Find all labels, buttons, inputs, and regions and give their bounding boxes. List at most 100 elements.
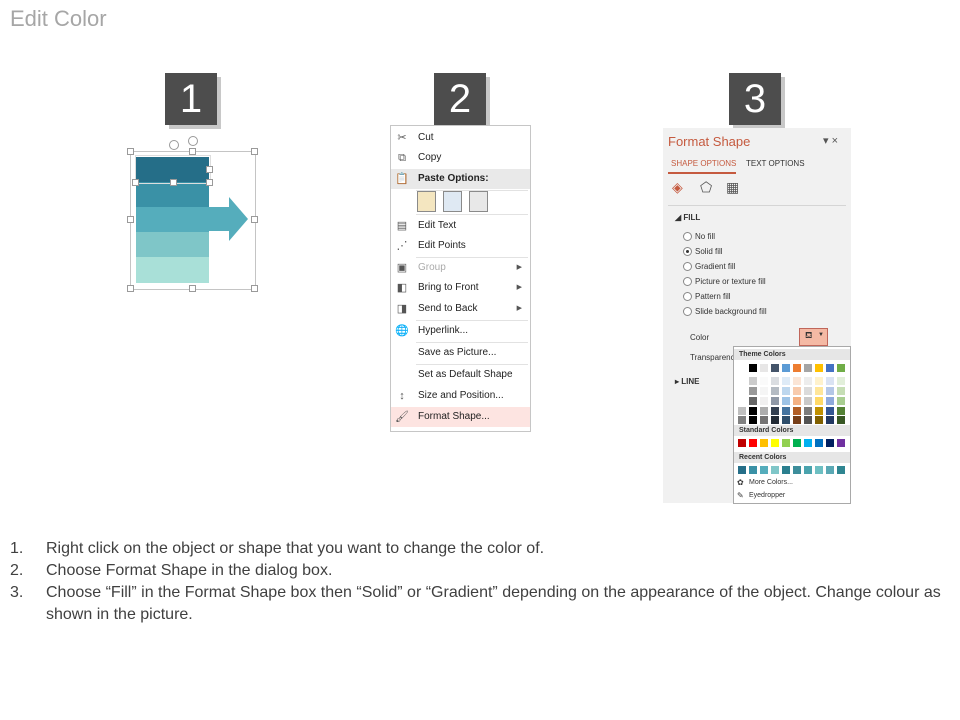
recent-color-swatch[interactable] — [760, 466, 768, 474]
menu-item-group[interactable]: ▣ Group ▶ — [391, 258, 530, 278]
theme-color-swatch[interactable] — [738, 377, 746, 385]
theme-color-swatch[interactable] — [749, 387, 757, 395]
resize-handle[interactable] — [127, 216, 134, 223]
theme-color-swatch[interactable] — [804, 397, 812, 405]
resize-handle[interactable] — [189, 285, 196, 292]
paste-keep-formatting-icon[interactable] — [417, 191, 436, 212]
recent-color-swatch[interactable] — [738, 466, 746, 474]
menu-item-send-to-back[interactable]: ◨ Send to Back ▶ — [391, 299, 530, 319]
size-properties-icon[interactable]: ▦ — [726, 179, 739, 196]
theme-color-swatch[interactable] — [771, 407, 779, 415]
theme-color-swatch[interactable] — [804, 387, 812, 395]
theme-color-swatch[interactable] — [815, 377, 823, 385]
radio-gradient-fill[interactable] — [683, 262, 692, 271]
theme-color-swatch[interactable] — [837, 407, 845, 415]
theme-color-swatch[interactable] — [826, 377, 834, 385]
resize-handle[interactable] — [251, 148, 258, 155]
standard-color-swatch[interactable] — [815, 439, 823, 447]
menu-item-copy[interactable]: ⧉ Copy — [391, 148, 530, 168]
theme-color-swatch[interactable] — [749, 364, 757, 372]
shape-layer-5[interactable] — [136, 257, 209, 283]
theme-color-swatch[interactable] — [815, 416, 823, 424]
theme-color-swatch[interactable] — [771, 377, 779, 385]
theme-color-swatch[interactable] — [793, 377, 801, 385]
resize-handle[interactable] — [206, 166, 213, 173]
theme-color-swatch[interactable] — [826, 407, 834, 415]
arrow-shape[interactable] — [209, 197, 249, 241]
standard-color-swatch[interactable] — [760, 439, 768, 447]
standard-color-swatch[interactable] — [804, 439, 812, 447]
theme-color-swatch[interactable] — [771, 416, 779, 424]
theme-color-swatch[interactable] — [826, 364, 834, 372]
rotate-handle[interactable] — [169, 140, 179, 150]
resize-handle[interactable] — [127, 148, 134, 155]
theme-color-swatch[interactable] — [815, 407, 823, 415]
shape-layer-3[interactable] — [136, 207, 209, 232]
theme-color-swatch[interactable] — [826, 416, 834, 424]
theme-color-swatch[interactable] — [782, 407, 790, 415]
theme-color-swatch[interactable] — [760, 377, 768, 385]
theme-color-swatch[interactable] — [749, 377, 757, 385]
theme-color-swatch[interactable] — [804, 416, 812, 424]
resize-handle[interactable] — [251, 216, 258, 223]
theme-color-swatch[interactable] — [782, 387, 790, 395]
paste-destination-theme-icon[interactable] — [443, 191, 462, 212]
theme-color-swatch[interactable] — [760, 364, 768, 372]
recent-color-swatch[interactable] — [804, 466, 812, 474]
theme-color-swatch[interactable] — [804, 407, 812, 415]
resize-handle[interactable] — [206, 179, 213, 186]
theme-color-swatch[interactable] — [738, 416, 746, 424]
menu-item-format-shape[interactable]: 🖌 Format Shape... — [391, 407, 530, 427]
theme-color-swatch[interactable] — [738, 364, 746, 372]
eyedropper-link[interactable]: Eyedropper — [749, 492, 785, 499]
standard-color-swatch[interactable] — [782, 439, 790, 447]
recent-color-swatch[interactable] — [782, 466, 790, 474]
theme-color-swatch[interactable] — [837, 387, 845, 395]
theme-color-swatch[interactable] — [760, 407, 768, 415]
menu-item-size-and-position[interactable]: ↕ Size and Position... — [391, 386, 530, 406]
recent-color-swatch[interactable] — [771, 466, 779, 474]
theme-color-swatch[interactable] — [782, 364, 790, 372]
pane-options-close[interactable]: ▾ × — [823, 134, 838, 147]
menu-item-bring-to-front[interactable]: ◧ Bring to Front ▶ — [391, 278, 530, 298]
radio-picture-fill[interactable] — [683, 277, 692, 286]
theme-color-swatch[interactable] — [749, 407, 757, 415]
effects-pentagon-icon[interactable]: ⬠ — [700, 179, 712, 196]
recent-color-swatch[interactable] — [749, 466, 757, 474]
standard-color-swatch[interactable] — [771, 439, 779, 447]
menu-item-save-as-picture[interactable]: Save as Picture... — [391, 343, 530, 363]
menu-item-edit-text[interactable]: ▤ Edit Text — [391, 216, 530, 236]
radio-solid-fill[interactable] — [683, 247, 692, 256]
theme-color-swatch[interactable] — [782, 377, 790, 385]
theme-color-swatch[interactable] — [771, 364, 779, 372]
recent-color-swatch[interactable] — [837, 466, 845, 474]
recent-color-swatch[interactable] — [793, 466, 801, 474]
theme-color-swatch[interactable] — [738, 407, 746, 415]
theme-color-swatch[interactable] — [793, 364, 801, 372]
fill-line-icon[interactable]: ◈ — [672, 179, 683, 196]
radio-slide-background-fill[interactable] — [683, 307, 692, 316]
standard-color-swatch[interactable] — [826, 439, 834, 447]
theme-color-swatch[interactable] — [837, 397, 845, 405]
theme-color-swatch[interactable] — [826, 387, 834, 395]
theme-color-swatch[interactable] — [837, 364, 845, 372]
resize-handle[interactable] — [189, 148, 196, 155]
standard-color-swatch[interactable] — [837, 439, 845, 447]
paste-picture-icon[interactable] — [469, 191, 488, 212]
tab-text-options[interactable]: TEXT OPTIONS — [746, 159, 805, 168]
standard-color-swatch[interactable] — [749, 439, 757, 447]
radio-no-fill[interactable] — [683, 232, 692, 241]
theme-color-swatch[interactable] — [738, 387, 746, 395]
menu-item-set-default-shape[interactable]: Set as Default Shape — [391, 365, 530, 385]
resize-handle[interactable] — [127, 285, 134, 292]
theme-color-swatch[interactable] — [749, 416, 757, 424]
theme-color-swatch[interactable] — [760, 397, 768, 405]
menu-item-hyperlink[interactable]: 🌐 Hyperlink... — [391, 321, 530, 341]
theme-color-swatch[interactable] — [804, 364, 812, 372]
standard-color-swatch[interactable] — [738, 439, 746, 447]
theme-color-swatch[interactable] — [837, 416, 845, 424]
theme-color-swatch[interactable] — [738, 397, 746, 405]
line-section-header[interactable]: ▸ LINE — [675, 377, 699, 386]
shape-layer-4[interactable] — [136, 232, 209, 257]
theme-color-swatch[interactable] — [793, 397, 801, 405]
